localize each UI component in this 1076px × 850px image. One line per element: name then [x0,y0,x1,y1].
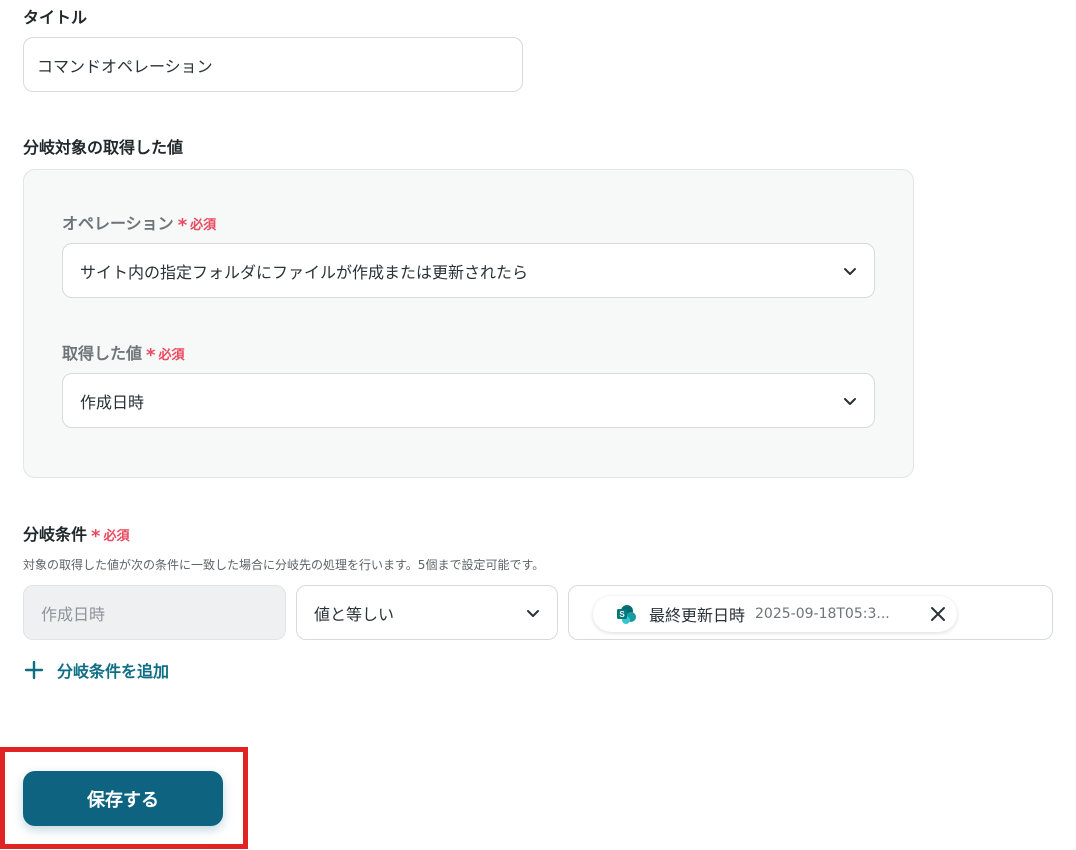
title-label: タイトル [23,8,88,27]
acquired-value-label: 取得した値 * 必須 [62,340,184,366]
sharepoint-icon: S [617,605,636,624]
title-input[interactable]: コマンドオペレーション [23,37,523,92]
chevron-down-icon [527,609,539,617]
branch-condition-label-text: 分岐条件 [23,525,88,544]
operation-label-text: オペレーション [62,214,174,233]
plus-icon [24,660,44,680]
condition-operator-value: 値と等しい [314,604,395,624]
required-text: 必須 [190,218,217,233]
required-text: 必須 [158,348,185,363]
chevron-down-icon [844,397,856,405]
svg-text:S: S [619,610,625,619]
condition-field-value: 作成日時 [41,604,106,624]
operation-label: オペレーション * 必須 [62,210,216,236]
acquired-value-label-text: 取得した値 [62,344,143,363]
required-marker: * 必須 [91,526,130,547]
required-text: 必須 [103,529,130,544]
condition-operator-select[interactable]: 値と等しい [296,585,558,640]
operation-select-value: サイト内の指定フォルダにファイルが作成または更新されたら [80,262,529,282]
branch-condition-label: 分岐条件 * 必須 [23,521,129,547]
operation-select[interactable]: サイト内の指定フォルダにファイルが作成または更新されたら [62,243,875,298]
branch-condition-helper: 対象の取得した値が次の条件に一致した場合に分岐先の処理を行います。5個まで設定可… [23,558,545,572]
add-condition-label: 分岐条件を追加 [57,662,170,681]
title-input-value: コマンドオペレーション [37,56,213,76]
required-marker: * 必須 [146,345,185,366]
chevron-down-icon [844,267,856,275]
acquired-value-select[interactable]: 作成日時 [62,373,875,428]
add-condition-button[interactable]: 分岐条件を追加 [23,658,169,682]
condition-value-field[interactable]: S 最終更新日時 2025-09-18T05:3... [568,585,1053,640]
save-button[interactable]: 保存する [23,771,223,826]
variable-chip-name: 最終更新日時 [649,606,746,625]
condition-field: 作成日時 [23,585,286,640]
branch-target-label: 分岐対象の取得した値 [23,138,184,157]
branch-target-group: オペレーション * 必須 サイト内の指定フォルダにファイルが作成または更新されたら … [23,169,914,478]
acquired-value-select-value: 作成日時 [80,392,145,412]
required-marker: * 必須 [177,215,217,236]
variable-chip[interactable]: S 最終更新日時 2025-09-18T05:3... [593,596,957,632]
close-icon[interactable] [929,605,947,623]
variable-chip-value: 2025-09-18T05:3... [755,606,890,622]
